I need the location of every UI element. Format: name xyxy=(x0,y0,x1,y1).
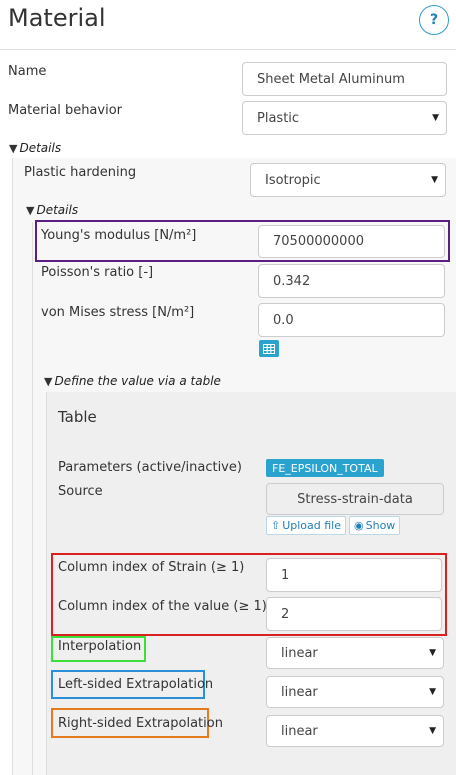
von-mises-input[interactable]: 0.0 xyxy=(258,303,445,337)
source-field: Stress-strain-data xyxy=(266,483,444,515)
chevron-down-icon: ▼ xyxy=(429,648,436,658)
chevron-down-icon: ▼ xyxy=(431,175,438,185)
source-label: Source xyxy=(58,484,103,499)
left-extrapolation-value: linear xyxy=(281,684,318,700)
column-value-input[interactable]: 2 xyxy=(266,597,442,631)
details-toggle[interactable]: ▼ Details xyxy=(9,141,61,155)
collapse-triangle-icon: ▼ xyxy=(44,374,53,388)
right-extrapolation-value: linear xyxy=(281,723,318,739)
define-table-label: Define the value via a table xyxy=(54,374,221,388)
details-label: Details xyxy=(19,141,62,155)
material-behavior-label: Material behavior xyxy=(8,103,123,118)
poissons-ratio-input[interactable]: 0.342 xyxy=(258,264,445,298)
youngs-modulus-input[interactable]: 70500000000 xyxy=(258,225,445,258)
upload-label: Upload file xyxy=(282,519,342,532)
left-extrapolation-label: Left-sided Extrapolation xyxy=(58,677,214,692)
plastic-hardening-select[interactable]: Isotropic ▼ xyxy=(250,163,446,197)
youngs-modulus-label: Young's modulus [N/m²] xyxy=(41,228,197,243)
column-value-label: Column index of the value (≥ 1) xyxy=(58,599,267,614)
column-strain-label: Column index of Strain (≥ 1) xyxy=(58,560,245,575)
name-input[interactable]: Sheet Metal Aluminum xyxy=(242,62,447,96)
material-behavior-value: Plastic xyxy=(257,110,300,126)
chevron-down-icon: ▼ xyxy=(429,726,436,736)
chevron-down-icon: ▼ xyxy=(432,113,439,123)
upload-icon: ⇧ xyxy=(271,519,281,532)
name-label: Name xyxy=(8,64,47,79)
table-grid-glyph xyxy=(263,343,275,354)
eye-icon: ◉ xyxy=(354,519,364,532)
right-extrapolation-label: Right-sided Extrapolation xyxy=(58,716,223,731)
define-table-toggle[interactable]: ▼ Define the value via a table xyxy=(44,374,221,388)
interpolation-value: linear xyxy=(281,645,318,661)
right-extrapolation-select[interactable]: linear ▼ xyxy=(266,715,444,747)
left-extrapolation-select[interactable]: linear ▼ xyxy=(266,676,444,708)
details-nested-label: Details xyxy=(36,203,79,217)
table-title: Table xyxy=(58,408,97,426)
interpolation-select[interactable]: linear ▼ xyxy=(266,637,444,669)
plastic-hardening-value: Isotropic xyxy=(265,172,321,188)
interpolation-label: Interpolation xyxy=(58,639,142,654)
parameters-label: Parameters (active/inactive) xyxy=(58,460,242,475)
details-nested-toggle[interactable]: ▼ Details xyxy=(26,203,78,217)
poissons-ratio-label: Poisson's ratio [-] xyxy=(41,265,154,280)
collapse-triangle-icon: ▼ xyxy=(26,203,35,217)
page-title: Material xyxy=(8,4,106,32)
show-button[interactable]: ◉ Show xyxy=(349,516,401,535)
show-label: Show xyxy=(365,519,396,532)
collapse-triangle-icon: ▼ xyxy=(9,141,18,155)
chevron-down-icon: ▼ xyxy=(429,687,436,697)
parameter-badge[interactable]: FE_EPSILON_TOTAL xyxy=(266,459,384,477)
von-mises-label: von Mises stress [N/m²] xyxy=(41,305,195,320)
column-strain-input[interactable]: 1 xyxy=(266,558,442,592)
help-button[interactable]: ? xyxy=(419,5,449,35)
material-behavior-select[interactable]: Plastic ▼ xyxy=(242,101,447,135)
table-icon[interactable] xyxy=(259,340,279,357)
plastic-hardening-label: Plastic hardening xyxy=(24,165,137,180)
divider xyxy=(0,49,456,50)
upload-file-button[interactable]: ⇧ Upload file xyxy=(266,516,347,535)
